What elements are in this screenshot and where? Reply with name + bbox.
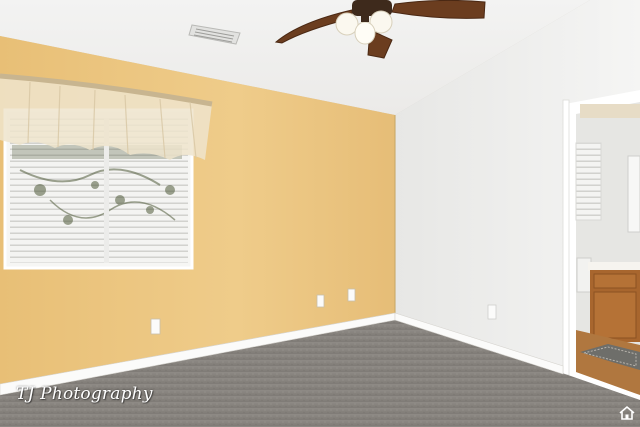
room-photo: TJ Photography [0, 0, 640, 427]
room-scene [0, 0, 640, 427]
bathroom-doorway [562, 90, 640, 400]
wall-outlet [487, 304, 497, 320]
wall-outlet [347, 288, 356, 302]
photographer-watermark: TJ Photography [16, 384, 153, 404]
wall-outlet [150, 318, 161, 335]
home-icon [619, 405, 635, 420]
wall-outlet [316, 294, 325, 308]
